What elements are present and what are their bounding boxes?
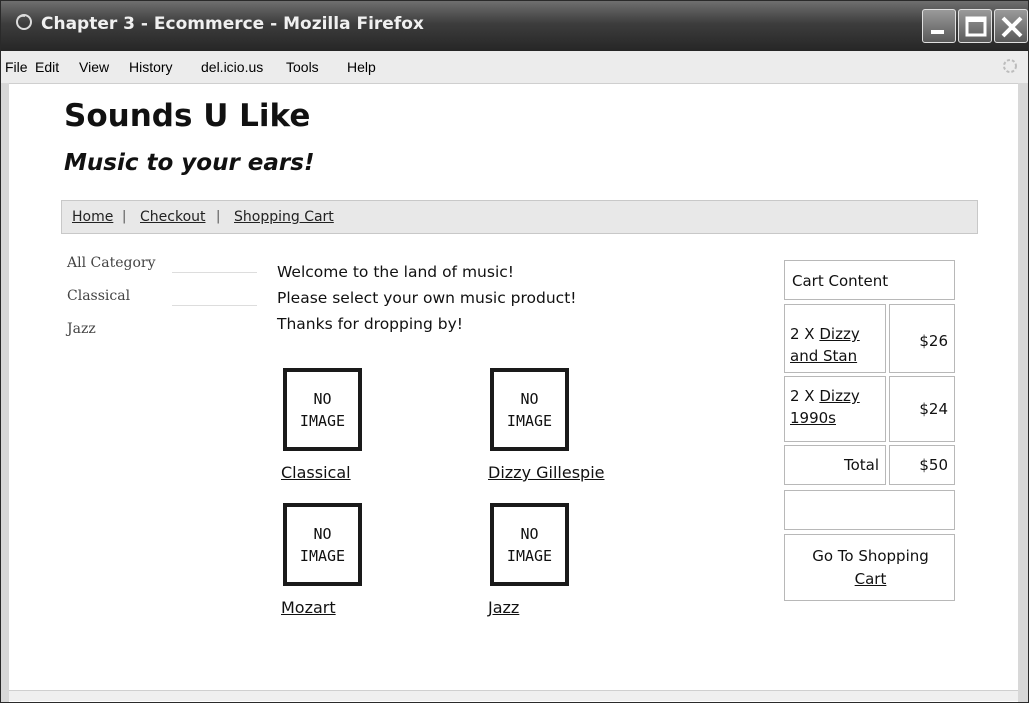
product-link-mozart[interactable]: Mozart [281, 598, 461, 617]
placeholder-text: IMAGE [506, 411, 553, 430]
site-tagline: Music to your ears! [64, 150, 315, 176]
cart-item-qty: 2 X [790, 325, 815, 343]
product-card: NO IMAGE Mozart [281, 503, 461, 617]
nav-home-link[interactable]: Home [72, 209, 113, 225]
placeholder-text: NO [313, 389, 332, 408]
maximize-icon [965, 16, 987, 37]
window-left-border [1, 83, 9, 702]
cart-total-value: $50 [919, 456, 948, 474]
go-to-cart-link[interactable]: Cart [855, 570, 887, 588]
minimize-button[interactable] [922, 9, 956, 43]
product-card: NO IMAGE Dizzy Gillespie [488, 368, 668, 482]
page-content: Sounds U Like Music to your ears! Home |… [9, 84, 1018, 690]
cart-item-link[interactable]: and Stan [790, 347, 857, 365]
cart-item-price-cell: $26 [889, 304, 955, 373]
placeholder-text: NO [520, 389, 539, 408]
firefox-icon [16, 14, 32, 30]
browser-window: Chapter 3 - Ecommerce - Mozilla Firefox … [0, 0, 1029, 703]
menu-view[interactable]: View [79, 59, 109, 75]
nav-bar: Home | Checkout | Shopping Cart [61, 200, 978, 234]
placeholder-text: NO [520, 524, 539, 543]
menu-bar: File Edit View History del.icio.us Tools… [1, 51, 1028, 84]
category-item[interactable]: Classical [67, 285, 257, 318]
product-card: NO IMAGE Classical [281, 368, 461, 482]
nav-separator: | [122, 209, 127, 224]
minimize-icon [931, 30, 944, 34]
cart-item-price: $26 [919, 332, 948, 350]
placeholder-text: IMAGE [299, 546, 346, 565]
cart-item: 2 X Dizzy and Stan [784, 304, 886, 373]
cart-total-value-cell: $50 [889, 445, 955, 485]
product-image-placeholder[interactable]: NO IMAGE [283, 368, 362, 451]
divider [172, 272, 257, 273]
cart-empty-row [784, 490, 955, 530]
product-link-classical[interactable]: Classical [281, 463, 461, 482]
product-card: NO IMAGE Jazz [488, 503, 668, 617]
maximize-button[interactable] [958, 9, 992, 43]
cart-header-label: Cart Content [792, 272, 889, 290]
category-item[interactable]: All Category [67, 252, 257, 285]
welcome-line: Please select your own music product! [277, 289, 577, 307]
cart-total-label-cell: Total [784, 445, 886, 485]
status-area [9, 690, 1018, 701]
nav-shopping-cart-link[interactable]: Shopping Cart [234, 209, 334, 225]
throbber-icon [1003, 59, 1017, 73]
product-image-placeholder[interactable]: NO IMAGE [490, 503, 569, 586]
category-all[interactable]: All Category [67, 255, 155, 271]
go-to-cart-cell: Go To Shopping Cart [784, 534, 955, 601]
cart-total-label: Total [843, 456, 879, 474]
category-jazz[interactable]: Jazz [67, 321, 96, 337]
nav-separator: | [216, 209, 221, 224]
go-to-cart-label: Go To Shopping [812, 547, 929, 565]
product-image-placeholder[interactable]: NO IMAGE [490, 368, 569, 451]
menu-delicious[interactable]: del.icio.us [201, 59, 263, 75]
welcome-message: Welcome to the land of music! Please sel… [277, 259, 576, 337]
category-classical[interactable]: Classical [67, 288, 130, 304]
category-item[interactable]: Jazz [67, 318, 257, 351]
menu-tools[interactable]: Tools [286, 59, 319, 75]
cart-item-link[interactable]: Dizzy [819, 387, 859, 405]
placeholder-text: IMAGE [506, 546, 553, 565]
cart-item: 2 X Dizzy 1990s [784, 376, 886, 442]
cart-item-qty: 2 X [790, 387, 815, 405]
welcome-line: Welcome to the land of music! [277, 263, 514, 281]
cart-item-link[interactable]: Dizzy [819, 325, 859, 343]
nav-checkout-link[interactable]: Checkout [140, 209, 206, 225]
product-image-placeholder[interactable]: NO IMAGE [283, 503, 362, 586]
title-bar: Chapter 3 - Ecommerce - Mozilla Firefox [1, 1, 1028, 51]
menu-help[interactable]: Help [347, 59, 376, 75]
cart-item-price: $24 [919, 400, 948, 418]
product-link-dizzy-gillespie[interactable]: Dizzy Gillespie [488, 463, 668, 482]
close-button[interactable] [994, 9, 1028, 43]
product-link-jazz[interactable]: Jazz [488, 598, 668, 617]
placeholder-text: NO [313, 524, 332, 543]
cart-item-price-cell: $24 [889, 376, 955, 442]
menu-file[interactable]: File [5, 59, 28, 75]
cart-header: Cart Content [784, 260, 955, 300]
welcome-line: Thanks for dropping by! [277, 315, 463, 333]
cart-item-link[interactable]: 1990s [790, 409, 836, 427]
close-icon [1001, 16, 1023, 38]
placeholder-text: IMAGE [299, 411, 346, 430]
site-title: Sounds U Like [64, 98, 311, 134]
divider [172, 305, 257, 306]
menu-history[interactable]: History [129, 59, 173, 75]
menu-edit[interactable]: Edit [35, 59, 59, 75]
category-list: All Category Classical Jazz [67, 252, 257, 351]
window-right-border [1018, 83, 1028, 702]
window-title: Chapter 3 - Ecommerce - Mozilla Firefox [41, 14, 424, 34]
